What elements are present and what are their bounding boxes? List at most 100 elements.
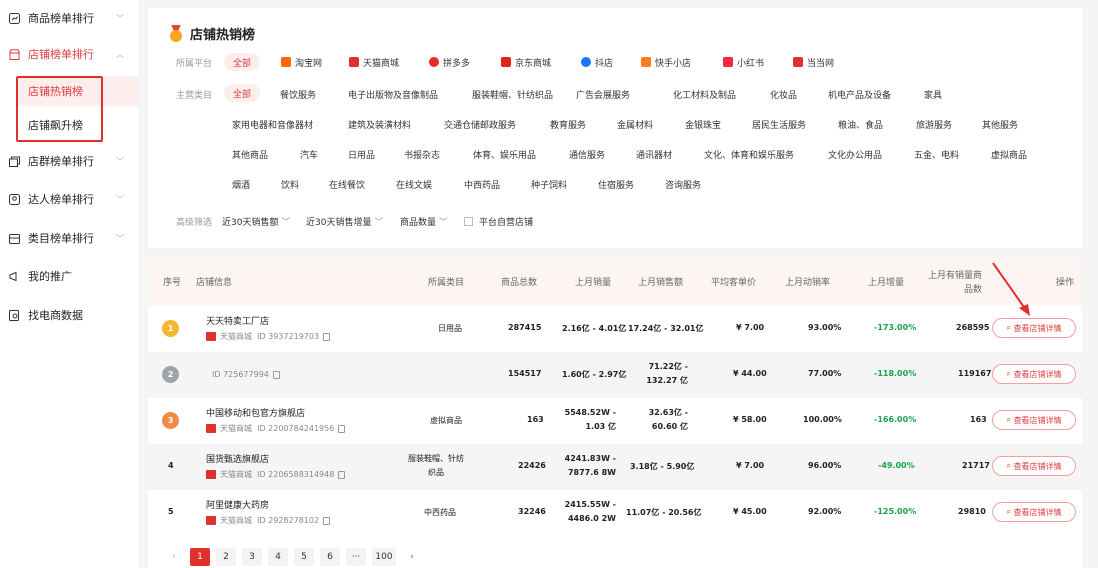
shop-name[interactable]: 阿里健康大药房 [206, 498, 269, 511]
sidebar-item-my-promotion[interactable]: 我的推广 [0, 262, 138, 290]
shop-name[interactable]: 国货甄选旗舰店 [206, 452, 269, 465]
filter-self-operated[interactable]: 平台自营店铺 [464, 215, 533, 228]
filter-panel: 店铺热销榜 所属平台 全部 淘宝网 天猫商城 拼多多 京东商城 抖店 快手小店 … [148, 8, 1082, 248]
category-chip[interactable]: 家用电器和音像器材 [232, 118, 313, 131]
platform-chip-tmall[interactable]: 天猫商城 [340, 53, 408, 71]
page-5[interactable]: 5 [294, 548, 314, 566]
filter-30day-sales[interactable]: 近30天销售额 ﹀ [222, 215, 290, 228]
category-chip[interactable]: 在线餐饮 [329, 178, 365, 191]
category-chip[interactable]: 书报杂志 [404, 148, 440, 161]
sidebar-item-store-group-ranking[interactable]: 店群榜单排行 ﹀ [0, 147, 138, 175]
category-chip[interactable]: 电子出版物及音像制品 [348, 88, 438, 101]
view-shop-details-button[interactable]: ⌕ 查看店铺详情 [992, 410, 1076, 430]
chip-label: 拼多多 [443, 58, 471, 69]
checkbox[interactable] [464, 217, 473, 226]
copy-icon[interactable] [272, 370, 280, 379]
platform-chip-douyin[interactable]: 抖店 [572, 53, 622, 71]
next-page-button[interactable]: › [402, 548, 422, 566]
filter-30day-growth[interactable]: 近30天销售增量 ﹀ [306, 215, 383, 228]
chip-label: 快手小店 [655, 58, 692, 69]
category-chip[interactable]: 体育、娱乐用品 [473, 148, 536, 161]
category-chip[interactable]: 交通仓储邮政服务 [444, 118, 516, 131]
copy-icon[interactable] [323, 516, 331, 525]
sidebar-item-shop-ranking[interactable]: 店铺榜单排行 ︿ [0, 40, 138, 68]
avg-price: ¥ 45.00 [733, 507, 767, 516]
category-chip[interactable]: 家具 [924, 88, 942, 101]
category-chip[interactable]: 化妆品 [770, 88, 797, 101]
page-3[interactable]: 3 [242, 548, 262, 566]
category-chip[interactable]: 咨询服务 [665, 178, 701, 191]
category-chip[interactable]: 五金、电料 [914, 148, 959, 161]
sidebar-item-product-ranking[interactable]: 商品榜单排行 ﹀ [0, 4, 138, 32]
view-shop-details-button[interactable]: ⌕ 查看店铺详情 [992, 364, 1076, 384]
category-chip[interactable]: 日用品 [348, 148, 375, 161]
header-category: 所属类目 [428, 278, 465, 288]
page-ellipsis[interactable]: ··· [346, 548, 366, 566]
copy-icon[interactable] [338, 470, 346, 479]
medal-icon [168, 24, 184, 43]
view-shop-details-button[interactable]: ⌕ 查看店铺详情 [992, 318, 1076, 338]
category-chip[interactable]: 餐饮服务 [280, 88, 316, 101]
category-chip[interactable]: 汽车 [300, 148, 318, 161]
rank-number: 5 [168, 507, 174, 516]
copy-icon[interactable] [338, 424, 346, 433]
category-chip[interactable]: 通信服务 [569, 148, 605, 161]
category-chip[interactable]: 其他服务 [982, 118, 1018, 131]
platform-chip-xiaohongshu[interactable]: 小红书 [714, 53, 773, 71]
category-chip[interactable]: 粮油、食品 [838, 118, 883, 131]
category-chip[interactable]: 中西药品 [464, 178, 500, 191]
shop-meta: ID 725677994 [212, 370, 280, 379]
sales: 5548.52W - 1.03 亿 [564, 408, 616, 431]
view-shop-details-button[interactable]: ⌕ 查看店铺详情 [992, 456, 1076, 476]
category-chip[interactable]: 饮料 [281, 178, 299, 191]
shop-name[interactable]: 天天特卖工厂店 [206, 314, 269, 327]
page-4[interactable]: 4 [268, 548, 288, 566]
category-chip[interactable]: 化工材料及制品 [673, 88, 736, 101]
shop-name[interactable]: 中国移动和包官方旗舰店 [206, 406, 305, 419]
sidebar-subitem-rising[interactable]: 店铺飙升榜 [18, 110, 138, 140]
category-chip-all[interactable]: 全部 [224, 84, 261, 102]
platform-chip-jd[interactable]: 京东商城 [492, 53, 560, 71]
filter-product-count[interactable]: 商品数量 ﹀ [400, 215, 448, 228]
category-chip[interactable]: 种子饲料 [531, 178, 567, 191]
category-chip[interactable]: 机电产品及设备 [828, 88, 891, 101]
sidebar-subitem-hot-sales[interactable]: 店铺热销榜 [18, 76, 138, 106]
category-chip[interactable]: 旅游服务 [916, 118, 952, 131]
category-chip[interactable]: 虚拟商品 [991, 148, 1027, 161]
category-chip[interactable]: 建筑及装潢材料 [348, 118, 411, 131]
tmall-icon [206, 516, 216, 525]
sidebar-item-find-data[interactable]: 找电商数据 [0, 301, 138, 329]
total: 32246 [518, 507, 546, 516]
page-2[interactable]: 2 [216, 548, 236, 566]
view-shop-details-button[interactable]: ⌕ 查看店铺详情 [992, 502, 1076, 522]
platform-chip-dangdang[interactable]: 当当网 [784, 53, 843, 71]
category-chip[interactable]: 文化办公用品 [828, 148, 882, 161]
category-chip[interactable]: 烟酒 [232, 178, 250, 191]
growth: -125.00% [874, 507, 917, 516]
page-100[interactable]: 100 [372, 548, 396, 566]
prev-page-button[interactable]: ‹ [164, 548, 184, 566]
platform-chip-taobao[interactable]: 淘宝网 [272, 53, 331, 71]
category-chip[interactable]: 住宿服务 [598, 178, 634, 191]
category-chip[interactable]: 金属材料 [617, 118, 653, 131]
category-chip[interactable]: 教育服务 [550, 118, 586, 131]
platform-chip-all[interactable]: 全部 [224, 53, 261, 71]
page-1[interactable]: 1 [190, 548, 210, 566]
platform-chip-kuaishou[interactable]: 快手小店 [632, 53, 700, 71]
platform-chip-pinduoduo[interactable]: 拼多多 [420, 53, 479, 71]
category-chip[interactable]: 金银珠宝 [685, 118, 721, 131]
page-6[interactable]: 6 [320, 548, 340, 566]
chip-label: 小红书 [737, 58, 765, 69]
category-chip[interactable]: 在线文娱 [396, 178, 432, 191]
category-chip[interactable]: 文化、体育和娱乐服务 [704, 148, 794, 161]
category-chip[interactable]: 广告会展服务 [576, 88, 630, 101]
sidebar-item-influencer-ranking[interactable]: 达人榜单排行 ﹀ [0, 185, 138, 213]
category-chip[interactable]: 通讯器材 [636, 148, 672, 161]
sold-items: 268595 [956, 323, 990, 332]
category-chip[interactable]: 居民生活服务 [752, 118, 806, 131]
category-chip[interactable]: 服装鞋帽、针纺织品 [472, 88, 553, 101]
sidebar-item-category-ranking[interactable]: 类目榜单排行 ﹀ [0, 224, 138, 252]
copy-icon[interactable] [323, 332, 331, 341]
table-row: 1 天天特卖工厂店 天猫商城 ID 3937219703 日用品 287415 … [148, 306, 1082, 352]
category-chip[interactable]: 其他商品 [232, 148, 268, 161]
